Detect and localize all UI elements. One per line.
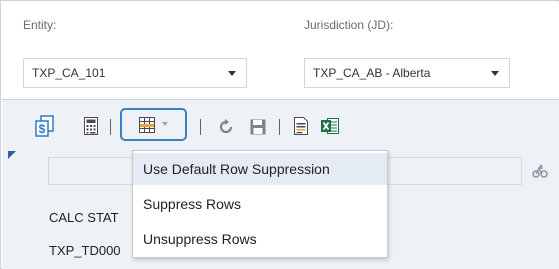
- refresh-icon: [219, 119, 233, 134]
- toolbar-separator: [200, 119, 201, 135]
- entity-select-value: TXP_CA_101: [32, 66, 106, 80]
- chevron-down-icon: [162, 122, 168, 126]
- chevron-down-icon: [491, 71, 499, 76]
- menu-item-suppress-rows[interactable]: Suppress Rows: [133, 188, 387, 220]
- grid-row-label: CALC STAT: [49, 210, 119, 225]
- menu-item-label: Unsuppress Rows: [143, 231, 257, 247]
- excel-export-icon: [321, 118, 339, 134]
- jurisdiction-label: Jurisdiction (JD):: [304, 18, 394, 32]
- toolbar: $: [2, 100, 559, 146]
- grid-row-label: TXP_TD000: [49, 243, 121, 258]
- bicycle-icon: [532, 164, 548, 178]
- toolbar-separator: [279, 119, 280, 135]
- calculator-button[interactable]: [82, 115, 100, 137]
- row-suppression-icon: [139, 117, 155, 133]
- chevron-down-icon: [228, 71, 236, 76]
- grid-corner-marker: [8, 151, 16, 159]
- menu-item-use-default-row-suppression[interactable]: Use Default Row Suppression: [133, 153, 387, 185]
- currency-exchange-icon: $: [35, 115, 54, 137]
- svg-text:$: $: [39, 122, 46, 136]
- refresh-button[interactable]: [216, 117, 236, 137]
- row-suppression-button[interactable]: [120, 108, 187, 141]
- selector-bar: Entity: TXP_CA_101 Jurisdiction (JD): TX…: [2, 2, 559, 99]
- jurisdiction-select[interactable]: TXP_CA_AB - Alberta: [304, 58, 510, 88]
- calculator-icon: [84, 117, 98, 135]
- jurisdiction-select-value: TXP_CA_AB - Alberta: [313, 66, 431, 80]
- row-suppression-icon-wrap: [138, 116, 156, 134]
- currency-button[interactable]: $: [34, 114, 56, 138]
- report-button[interactable]: [292, 115, 310, 137]
- save-icon: [250, 119, 266, 135]
- cycle-button[interactable]: [532, 164, 548, 183]
- excel-export-button[interactable]: [320, 116, 340, 136]
- row-suppression-menu: Use Default Row Suppression Suppress Row…: [132, 150, 388, 258]
- menu-item-label: Suppress Rows: [143, 196, 242, 212]
- save-button[interactable]: [248, 117, 268, 137]
- menu-item-unsuppress-rows[interactable]: Unsuppress Rows: [133, 223, 387, 255]
- app-frame: Entity: TXP_CA_101 Jurisdiction (JD): TX…: [0, 0, 559, 269]
- report-document-icon: [294, 117, 308, 135]
- toolbar-separator: [110, 119, 111, 135]
- entity-select[interactable]: TXP_CA_101: [23, 58, 247, 88]
- menu-item-label: Use Default Row Suppression: [143, 161, 330, 177]
- entity-label: Entity:: [23, 18, 57, 32]
